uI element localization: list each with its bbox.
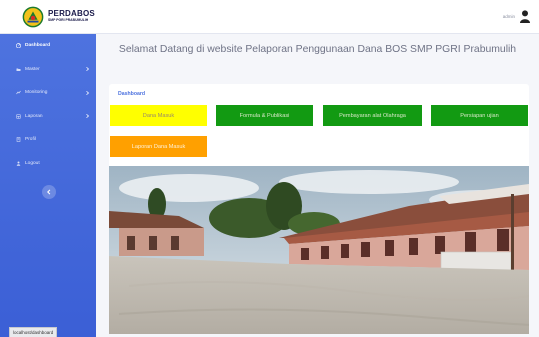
folder-icon: [16, 68, 21, 71]
sidebar-toggle-button[interactable]: [42, 185, 56, 199]
user-menu[interactable]: admin: [503, 10, 539, 23]
sidebar-item-label: Dashboard: [25, 43, 51, 49]
chevron-right-icon: [86, 90, 90, 95]
sidebar-item-monitoring[interactable]: Monitoring: [0, 81, 96, 105]
sidebar-item-label: Logout: [25, 160, 40, 166]
top-bar: PERDABOS SMP PGRI PRABUMULIH admin: [0, 0, 539, 34]
dashboard-card: Dashboard Dana Masuk Formula & Publikasi…: [109, 84, 529, 334]
formula-publikasi-button[interactable]: Formula & Publikasi: [216, 105, 313, 126]
school-building-photo: [109, 166, 529, 334]
sidebar-item-label: Master: [25, 66, 40, 72]
sidebar-item-label: Monitoring: [25, 90, 48, 96]
chevron-right-icon: [86, 67, 90, 72]
dana-masuk-button[interactable]: Dana Masuk: [110, 105, 207, 126]
monitoring-icon: [16, 91, 21, 95]
chevron-right-icon: [86, 114, 90, 119]
user-name: admin: [502, 14, 515, 19]
user-icon: [520, 10, 530, 23]
card-title: Dashboard: [118, 91, 146, 97]
report-icon: [16, 114, 21, 119]
brand-title: PERDABOS: [48, 9, 95, 19]
brand[interactable]: PERDABOS SMP PGRI PRABUMULIH: [0, 6, 96, 28]
sidebar: Dashboard Master Monitoring Laporan Prof…: [0, 34, 96, 337]
sidebar-item-laporan[interactable]: Laporan: [0, 105, 96, 129]
sidebar-item-dashboard[interactable]: Dashboard: [0, 34, 96, 58]
welcome-heading: Selamat Datang di website Pelaporan Peng…: [118, 44, 517, 55]
school-logo-icon: [22, 6, 44, 27]
profile-icon: [16, 137, 21, 143]
laporan-dana-masuk-button[interactable]: Laporan Dana Masuk: [110, 136, 207, 157]
sidebar-item-label: Laporan: [25, 113, 43, 119]
chevron-left-icon: [47, 189, 51, 195]
logout-icon: [16, 161, 21, 166]
brand-subtitle: SMP PGRI PRABUMULIH: [48, 18, 89, 23]
sidebar-item-profil[interactable]: Profil: [0, 128, 96, 152]
sidebar-item-label: Profil: [25, 137, 36, 143]
sidebar-item-logout[interactable]: Logout: [0, 152, 96, 176]
pembayaran-alat-olahraga-button[interactable]: Pembayaran alat Olahraga: [323, 105, 422, 126]
sidebar-item-master[interactable]: Master: [0, 58, 96, 82]
dashboard-icon: [16, 43, 21, 49]
status-bar-url: localhost/dashboard: [9, 327, 58, 337]
persiapan-ujian-button[interactable]: Persiapan ujian: [431, 105, 528, 126]
